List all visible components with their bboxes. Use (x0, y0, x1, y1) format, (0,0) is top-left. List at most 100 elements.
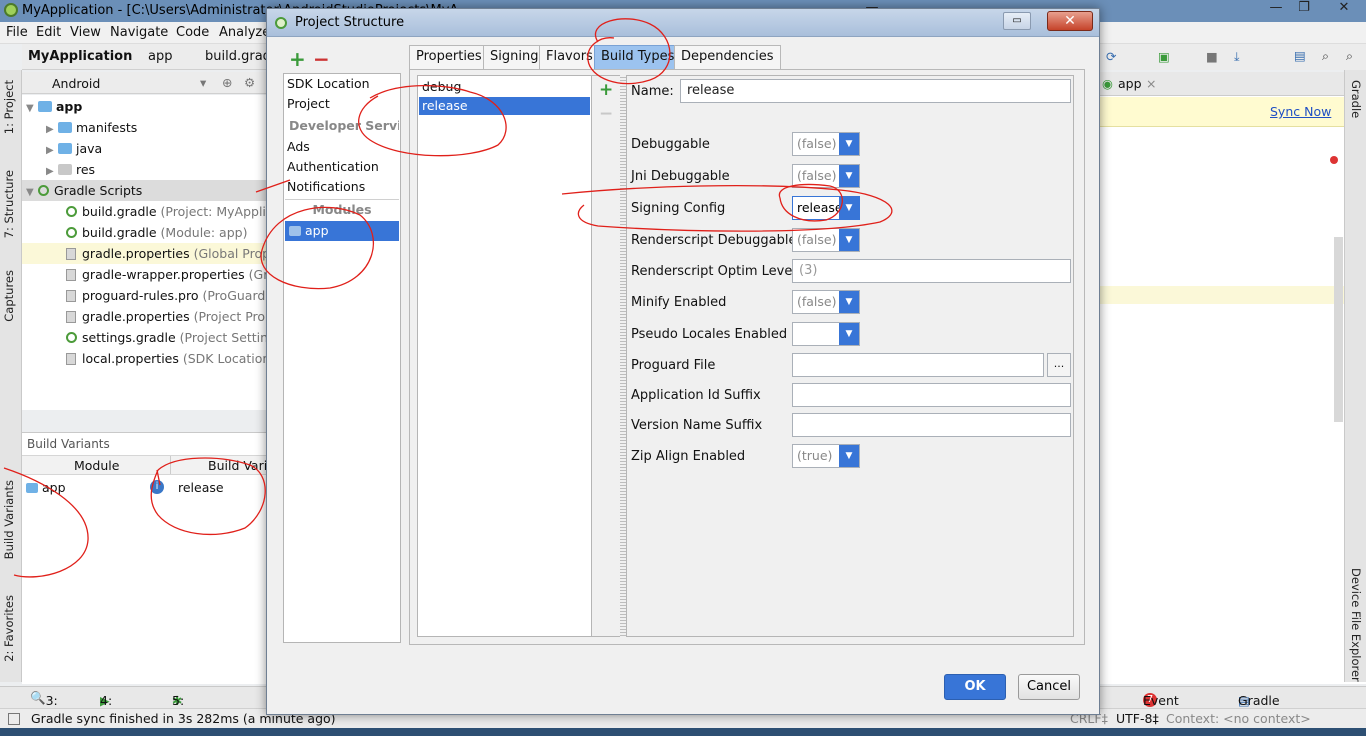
column-module[interactable]: Module (74, 458, 119, 473)
menu-analyze[interactable]: Analyze (219, 25, 270, 40)
breadcrumb-project[interactable]: MyApplication (28, 49, 132, 64)
remove-icon[interactable]: − (313, 47, 330, 71)
tree-item-java[interactable]: ▶ java (22, 138, 267, 159)
close-tab-icon[interactable]: × (1146, 76, 1156, 91)
breadcrumb-file[interactable]: build.gradl (205, 49, 275, 64)
signing-config-combo[interactable]: release ▼ (792, 196, 860, 220)
tab-build-types[interactable]: Build Types (594, 45, 682, 69)
browse-button[interactable]: ... (1047, 353, 1071, 377)
menu-navigate[interactable]: Navigate (110, 25, 168, 40)
tree-item-gradle-wrapper-properties[interactable]: gradle-wrapper.properties (Gra (22, 264, 276, 285)
tool-tab-project[interactable]: 1: Project (2, 80, 16, 134)
zip-align-combo[interactable]: (true) ▼ (792, 444, 860, 468)
error-marker-icon[interactable] (1330, 156, 1338, 164)
menu-view[interactable]: View (70, 25, 101, 40)
tree-item-gradle-scripts[interactable]: ▼ Gradle Scripts (22, 180, 267, 201)
gradle-dialog-icon (275, 17, 287, 29)
tool-find[interactable]: 🔍 3: Find (30, 690, 71, 723)
renderscript-optim-input[interactable]: (3) (792, 259, 1071, 283)
context-indicator[interactable]: Context: <no context> (1166, 711, 1311, 726)
add-icon[interactable]: + (289, 47, 306, 71)
minimize-icon[interactable]: — (1262, 0, 1290, 18)
stop-icon[interactable]: ■ (1206, 49, 1218, 64)
file-encoding[interactable]: UTF-8‡ (1116, 711, 1159, 726)
tool-tab-structure[interactable]: 7: Structure (2, 170, 16, 238)
tool-tab-favorites[interactable]: 2: Favorites (2, 595, 16, 662)
proguard-file-input[interactable] (792, 353, 1044, 377)
tool-tab-build-variants[interactable]: Build Variants (2, 480, 16, 559)
sidebar-item-project[interactable]: Project (285, 94, 399, 114)
tree-item-gradle-properties-global[interactable]: gradle.properties (Global Prop (22, 243, 270, 264)
close-icon[interactable]: ✕ (1330, 0, 1358, 18)
chevron-down-icon[interactable]: ▾ (200, 75, 206, 90)
collapsed-arrow-icon[interactable]: ▶ (46, 161, 58, 182)
renderscript-debuggable-combo[interactable]: (false) ▼ (792, 228, 860, 252)
app-id-suffix-input[interactable] (792, 383, 1071, 407)
tree-item-build-gradle-module[interactable]: build.gradle (Module: app) (22, 222, 267, 243)
sync-now-link[interactable]: Sync Now (1270, 104, 1331, 119)
minify-enabled-combo[interactable]: (false) ▼ (792, 290, 860, 314)
avd-icon[interactable]: ▣ (1158, 49, 1170, 64)
settings-icon[interactable]: ⚙ (244, 75, 255, 90)
project-structure-dialog: Project Structure ▭ ✕ + − SDK Location P… (266, 8, 1100, 715)
maximize-icon[interactable]: ❐ (1290, 0, 1318, 18)
tab-properties[interactable]: Properties (409, 45, 489, 69)
breadcrumb-module[interactable]: app (148, 49, 172, 64)
version-name-suffix-input[interactable] (792, 413, 1071, 437)
menu-file[interactable]: File (6, 25, 28, 40)
collapsed-arrow-icon[interactable]: ▶ (46, 140, 58, 161)
search-icon[interactable]: ⌕ (1322, 48, 1329, 64)
tool-tab-gradle[interactable]: Gradle (1349, 80, 1363, 118)
tree-item-manifests[interactable]: ▶ manifests (22, 117, 267, 138)
windows-taskbar (0, 728, 1366, 736)
sidebar-item-notifications[interactable]: Notifications (285, 177, 399, 197)
menu-code[interactable]: Code (176, 25, 209, 40)
build-type-debug[interactable]: debug (419, 78, 590, 96)
project-structure-icon[interactable]: ▤ (1294, 48, 1306, 63)
tool-tab-device-file-explorer[interactable]: Device File Explorer (1349, 568, 1363, 682)
scrollbar[interactable] (1334, 237, 1343, 422)
search-everywhere-icon[interactable]: ⌕ (1346, 48, 1353, 64)
close-dialog-button[interactable]: ✕ (1047, 11, 1093, 31)
restore-icon[interactable]: ▭ (1003, 12, 1031, 30)
tab-flavors[interactable]: Flavors (539, 45, 600, 69)
tab-signing[interactable]: Signing (483, 45, 546, 69)
tree-item-res[interactable]: ▶ res (22, 159, 267, 180)
remove-build-type-icon[interactable]: − (599, 104, 613, 124)
build-variant-value[interactable]: release (178, 480, 224, 495)
target-icon[interactable]: ⊕ (222, 75, 232, 90)
sidebar-item-ads[interactable]: Ads (285, 137, 399, 157)
tab-dependencies[interactable]: Dependencies (674, 45, 781, 69)
tool-tab-captures[interactable]: Captures (2, 270, 16, 322)
tree-item-proguard-rules[interactable]: proguard-rules.pro (ProGuard (22, 285, 267, 306)
project-view-selector[interactable]: Android (52, 76, 100, 91)
sync-icon[interactable]: ⟳ (1106, 49, 1116, 64)
build-type-release[interactable]: release (419, 97, 590, 115)
tree-item-app[interactable]: ▼ app (22, 96, 267, 117)
name-label: Name: (631, 84, 674, 99)
sidebar-item-sdk-location[interactable]: SDK Location (285, 74, 399, 94)
download-icon[interactable]: ⤓ (1234, 49, 1240, 65)
jni-debuggable-combo[interactable]: (false) ▼ (792, 164, 860, 188)
table-row[interactable]: app i release (22, 477, 267, 499)
menu-edit[interactable]: Edit (36, 25, 61, 40)
name-input[interactable]: release (680, 79, 1071, 103)
expanded-arrow-icon[interactable]: ▼ (26, 98, 38, 119)
cancel-button[interactable]: Cancel (1018, 674, 1080, 700)
sidebar-item-authentication[interactable]: Authentication (285, 157, 399, 177)
collapsed-arrow-icon[interactable]: ▶ (46, 119, 58, 140)
tree-item-build-gradle-project[interactable]: build.gradle (Project: MyApplica (22, 201, 280, 222)
pseudo-locales-combo[interactable]: ▼ (792, 322, 860, 346)
add-build-type-icon[interactable]: + (599, 80, 613, 100)
editor-tab-app[interactable]: app (1118, 76, 1142, 91)
sidebar-item-app[interactable]: app (285, 221, 399, 241)
ok-button[interactable]: OK (944, 674, 1006, 700)
tree-item-settings-gradle[interactable]: settings.gradle (Project Settings (22, 327, 283, 348)
expanded-arrow-icon[interactable]: ▼ (26, 182, 38, 203)
debuggable-combo[interactable]: (false) ▼ (792, 132, 860, 156)
tree-item-gradle-properties-project[interactable]: gradle.properties (Project Prop (22, 306, 273, 327)
tree-item-local-properties[interactable]: local.properties (SDK Location) (22, 348, 275, 369)
status-toggle-icon[interactable] (8, 713, 20, 725)
column-build-variant[interactable]: Build Vari (208, 458, 267, 473)
build-type-properties: Name: release Debuggable (false) ▼ Jni De… (626, 75, 1074, 637)
